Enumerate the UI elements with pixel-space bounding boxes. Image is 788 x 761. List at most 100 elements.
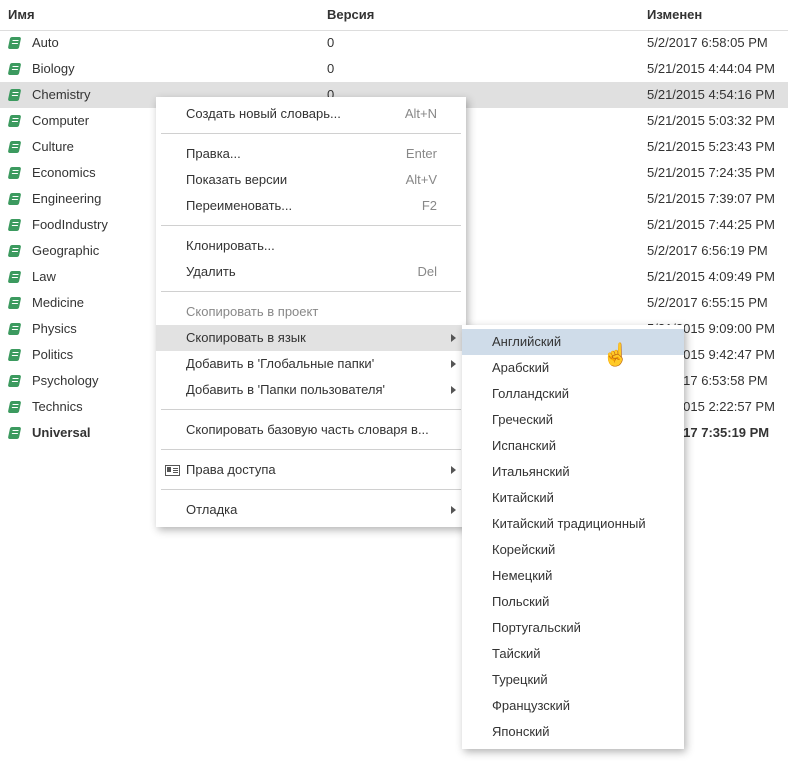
menu-item[interactable]: Переименовать... F2 bbox=[156, 193, 466, 219]
book-icon bbox=[7, 297, 22, 309]
book-icon bbox=[7, 89, 22, 101]
menu-item[interactable]: Показать версии Alt+V bbox=[156, 167, 466, 193]
book-icon bbox=[7, 375, 22, 387]
menu-item-label: Скопировать в язык bbox=[186, 330, 306, 345]
language-menu-item[interactable]: Турецкий bbox=[462, 667, 684, 693]
languages-submenu: Английский Арабский Голландский Греческий Ис… bbox=[462, 325, 684, 749]
menu-item-label: Создать новый словарь... bbox=[186, 106, 341, 121]
menu-item[interactable]: Удалить Del bbox=[156, 259, 466, 285]
row-name: Biology bbox=[32, 61, 75, 76]
language-menu-item[interactable]: Тайский bbox=[462, 641, 684, 667]
row-version: 0 bbox=[327, 35, 335, 50]
language-menu-item[interactable]: Французский bbox=[462, 693, 684, 719]
language-menu-item[interactable]: Китайский bbox=[462, 485, 684, 511]
menu-separator bbox=[161, 449, 461, 450]
menu-item[interactable]: Скопировать в язык bbox=[156, 325, 466, 351]
book-icon bbox=[7, 401, 22, 413]
menu-item-label: Клонировать... bbox=[186, 238, 275, 253]
language-menu-item[interactable]: Японский bbox=[462, 719, 684, 745]
row-modified: 5/21/2015 5:03:32 PM bbox=[647, 113, 775, 128]
menu-separator bbox=[161, 409, 461, 410]
menu-item-label: Скопировать базовую часть словаря в... bbox=[186, 422, 429, 437]
row-name: Engineering bbox=[32, 191, 102, 206]
language-menu-item[interactable]: Английский bbox=[462, 329, 684, 355]
hand-cursor-icon: ☝ bbox=[602, 342, 630, 367]
row-modified: 5/2/2017 6:56:19 PM bbox=[647, 243, 768, 258]
row-name: Economics bbox=[32, 165, 96, 180]
row-name: Universal bbox=[32, 425, 91, 440]
menu-item: Скопировать в проект bbox=[156, 299, 466, 325]
row-name: Chemistry bbox=[32, 87, 91, 102]
book-icon bbox=[7, 37, 22, 49]
language-menu-item[interactable]: Итальянский bbox=[462, 459, 684, 485]
menu-item-label: Удалить bbox=[186, 264, 236, 279]
table-row[interactable]: Biology 0 5/21/2015 4:44:04 PM bbox=[0, 56, 788, 82]
row-name: Culture bbox=[32, 139, 74, 154]
menu-item-label: Правка... bbox=[186, 146, 241, 161]
column-header-version[interactable]: Версия bbox=[327, 0, 374, 30]
language-menu-item[interactable]: Греческий bbox=[462, 407, 684, 433]
menu-item[interactable]: Добавить в 'Глобальные папки' bbox=[156, 351, 466, 377]
menu-item-label: Добавить в 'Глобальные папки' bbox=[186, 356, 375, 371]
column-header-modified[interactable]: Изменен bbox=[647, 0, 702, 30]
row-modified: 5/21/2015 4:54:16 PM bbox=[647, 87, 775, 102]
submenu-arrow-icon bbox=[451, 466, 456, 474]
book-icon bbox=[7, 193, 22, 205]
book-icon bbox=[7, 245, 22, 257]
row-name: Law bbox=[32, 269, 56, 284]
row-modified: 5/21/2015 7:44:25 PM bbox=[647, 217, 775, 232]
menu-item[interactable]: Отладка bbox=[156, 497, 466, 523]
language-menu-item[interactable]: Китайский традиционный bbox=[462, 511, 684, 537]
menu-item-label: Переименовать... bbox=[186, 198, 293, 213]
row-name: Physics bbox=[32, 321, 77, 336]
row-modified: 5/21/2015 4:09:49 PM bbox=[647, 269, 775, 284]
book-icon bbox=[7, 323, 22, 335]
book-icon bbox=[7, 167, 22, 179]
row-modified: 5/2/2017 6:58:05 PM bbox=[647, 35, 768, 50]
language-menu-item[interactable]: Испанский bbox=[462, 433, 684, 459]
menu-item[interactable]: Клонировать... bbox=[156, 233, 466, 259]
menu-separator bbox=[161, 225, 461, 226]
language-menu-item[interactable]: Голландский bbox=[462, 381, 684, 407]
menu-separator bbox=[161, 489, 461, 490]
book-icon bbox=[7, 63, 22, 75]
menu-separator bbox=[161, 291, 461, 292]
language-menu-item[interactable]: Португальский bbox=[462, 615, 684, 641]
menu-item[interactable]: Создать новый словарь... Alt+N bbox=[156, 101, 466, 127]
menu-item-shortcut: Alt+N bbox=[404, 106, 437, 121]
row-modified: 5/21/2015 7:24:35 PM bbox=[647, 165, 775, 180]
language-menu-item[interactable]: Польский bbox=[462, 589, 684, 615]
menu-item[interactable]: Права доступа bbox=[156, 457, 466, 483]
row-name: Geographic bbox=[32, 243, 100, 258]
submenu-arrow-icon bbox=[451, 506, 456, 514]
submenu-arrow-icon bbox=[451, 386, 456, 394]
menu-item-label: Скопировать в проект bbox=[186, 304, 319, 319]
table-row[interactable]: Auto 0 5/2/2017 6:58:05 PM bbox=[0, 30, 788, 56]
menu-item-shortcut: Del bbox=[417, 264, 437, 279]
language-menu-item[interactable]: Корейский bbox=[462, 537, 684, 563]
menu-item[interactable]: Правка... Enter bbox=[156, 141, 466, 167]
row-name: Medicine bbox=[32, 295, 85, 310]
row-name: FoodIndustry bbox=[32, 217, 108, 232]
submenu-arrow-icon bbox=[451, 334, 456, 342]
menu-item[interactable]: Скопировать базовую часть словаря в... bbox=[156, 417, 466, 443]
menu-item-shortcut: Enter bbox=[405, 146, 437, 161]
book-icon bbox=[7, 141, 22, 153]
submenu-arrow-icon bbox=[451, 360, 456, 368]
book-icon bbox=[7, 427, 22, 439]
row-name: Psychology bbox=[32, 373, 99, 388]
menu-item[interactable]: Добавить в 'Папки пользователя' bbox=[156, 377, 466, 403]
context-menu: Создать новый словарь... Alt+N Правка... En… bbox=[156, 97, 466, 527]
language-menu-item[interactable]: Арабский bbox=[462, 355, 684, 381]
book-icon bbox=[7, 271, 22, 283]
row-name: Technics bbox=[32, 399, 83, 414]
column-header-name[interactable]: Имя bbox=[8, 0, 35, 30]
book-icon bbox=[7, 219, 22, 231]
menu-item-shortcut: F2 bbox=[421, 198, 437, 213]
table-header: Имя Версия Изменен bbox=[0, 0, 788, 31]
row-modified: 5/21/2015 7:39:07 PM bbox=[647, 191, 775, 206]
row-name: Computer bbox=[32, 113, 90, 128]
row-modified: 5/21/2015 5:23:43 PM bbox=[647, 139, 775, 154]
id-card-icon bbox=[165, 465, 180, 476]
language-menu-item[interactable]: Немецкий bbox=[462, 563, 684, 589]
